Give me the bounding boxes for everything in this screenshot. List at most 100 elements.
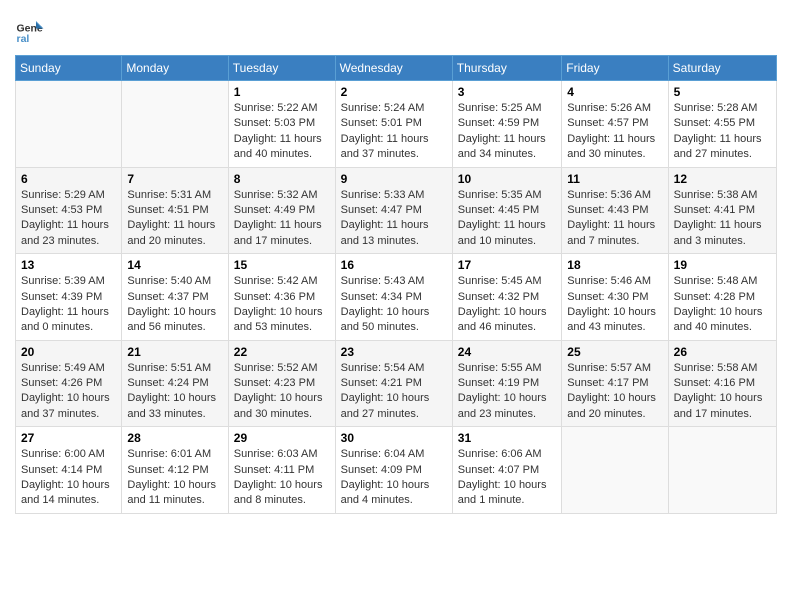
day-info: Sunrise: 5:57 AM Sunset: 4:17 PM Dayligh… (567, 361, 662, 423)
sunrise-text: Sunrise: 5:39 AM (21, 274, 116, 289)
day-info: Sunrise: 5:52 AM Sunset: 4:23 PM Dayligh… (234, 361, 330, 423)
day-number: 3 (458, 85, 556, 99)
logo: Gene ral (15, 15, 50, 45)
sunrise-text: Sunrise: 5:49 AM (21, 361, 116, 376)
day-info: Sunrise: 5:38 AM Sunset: 4:41 PM Dayligh… (674, 188, 771, 250)
day-number: 14 (127, 258, 222, 272)
day-number: 30 (341, 431, 447, 445)
day-info: Sunrise: 5:25 AM Sunset: 4:59 PM Dayligh… (458, 101, 556, 163)
daylight-text: Daylight: 10 hours and 27 minutes. (341, 391, 447, 422)
daylight-text: Daylight: 11 hours and 40 minutes. (234, 132, 330, 163)
daylight-text: Daylight: 10 hours and 17 minutes. (674, 391, 771, 422)
day-info: Sunrise: 5:24 AM Sunset: 5:01 PM Dayligh… (341, 101, 447, 163)
daylight-text: Daylight: 10 hours and 46 minutes. (458, 305, 556, 336)
day-info: Sunrise: 5:36 AM Sunset: 4:43 PM Dayligh… (567, 188, 662, 250)
calendar-week-row: 27 Sunrise: 6:00 AM Sunset: 4:14 PM Dayl… (16, 427, 777, 514)
daylight-text: Daylight: 10 hours and 11 minutes. (127, 478, 222, 509)
day-info: Sunrise: 5:51 AM Sunset: 4:24 PM Dayligh… (127, 361, 222, 423)
calendar-cell: 21 Sunrise: 5:51 AM Sunset: 4:24 PM Dayl… (122, 340, 228, 427)
daylight-text: Daylight: 11 hours and 0 minutes. (21, 305, 116, 336)
day-number: 10 (458, 172, 556, 186)
day-number: 9 (341, 172, 447, 186)
calendar-cell: 3 Sunrise: 5:25 AM Sunset: 4:59 PM Dayli… (452, 81, 561, 168)
day-info: Sunrise: 5:31 AM Sunset: 4:51 PM Dayligh… (127, 188, 222, 250)
sunrise-text: Sunrise: 5:45 AM (458, 274, 556, 289)
calendar-cell: 2 Sunrise: 5:24 AM Sunset: 5:01 PM Dayli… (335, 81, 452, 168)
daylight-text: Daylight: 11 hours and 13 minutes. (341, 218, 447, 249)
sunrise-text: Sunrise: 5:31 AM (127, 188, 222, 203)
daylight-text: Daylight: 11 hours and 27 minutes. (674, 132, 771, 163)
calendar-week-row: 13 Sunrise: 5:39 AM Sunset: 4:39 PM Dayl… (16, 254, 777, 341)
sunset-text: Sunset: 4:49 PM (234, 203, 330, 218)
day-info: Sunrise: 5:35 AM Sunset: 4:45 PM Dayligh… (458, 188, 556, 250)
calendar-cell: 16 Sunrise: 5:43 AM Sunset: 4:34 PM Dayl… (335, 254, 452, 341)
sunrise-text: Sunrise: 5:25 AM (458, 101, 556, 116)
calendar-cell: 13 Sunrise: 5:39 AM Sunset: 4:39 PM Dayl… (16, 254, 122, 341)
sunset-text: Sunset: 4:26 PM (21, 376, 116, 391)
day-number: 1 (234, 85, 330, 99)
day-number: 2 (341, 85, 447, 99)
day-number: 25 (567, 345, 662, 359)
day-info: Sunrise: 5:26 AM Sunset: 4:57 PM Dayligh… (567, 101, 662, 163)
sunrise-text: Sunrise: 5:42 AM (234, 274, 330, 289)
sunset-text: Sunset: 4:17 PM (567, 376, 662, 391)
daylight-text: Daylight: 11 hours and 34 minutes. (458, 132, 556, 163)
calendar-cell: 6 Sunrise: 5:29 AM Sunset: 4:53 PM Dayli… (16, 167, 122, 254)
calendar-cell: 10 Sunrise: 5:35 AM Sunset: 4:45 PM Dayl… (452, 167, 561, 254)
calendar-week-row: 1 Sunrise: 5:22 AM Sunset: 5:03 PM Dayli… (16, 81, 777, 168)
calendar-cell: 27 Sunrise: 6:00 AM Sunset: 4:14 PM Dayl… (16, 427, 122, 514)
day-info: Sunrise: 5:48 AM Sunset: 4:28 PM Dayligh… (674, 274, 771, 336)
sunrise-text: Sunrise: 5:33 AM (341, 188, 447, 203)
sunrise-text: Sunrise: 5:36 AM (567, 188, 662, 203)
daylight-text: Daylight: 11 hours and 17 minutes. (234, 218, 330, 249)
sunset-text: Sunset: 5:03 PM (234, 116, 330, 131)
day-info: Sunrise: 6:01 AM Sunset: 4:12 PM Dayligh… (127, 447, 222, 509)
calendar-cell: 5 Sunrise: 5:28 AM Sunset: 4:55 PM Dayli… (668, 81, 776, 168)
logo-icon: Gene ral (15, 15, 45, 45)
sunset-text: Sunset: 4:19 PM (458, 376, 556, 391)
sunrise-text: Sunrise: 5:43 AM (341, 274, 447, 289)
day-number: 18 (567, 258, 662, 272)
day-number: 8 (234, 172, 330, 186)
sunrise-text: Sunrise: 5:32 AM (234, 188, 330, 203)
calendar-cell: 15 Sunrise: 5:42 AM Sunset: 4:36 PM Dayl… (228, 254, 335, 341)
day-number: 7 (127, 172, 222, 186)
calendar-cell: 14 Sunrise: 5:40 AM Sunset: 4:37 PM Dayl… (122, 254, 228, 341)
calendar-cell: 1 Sunrise: 5:22 AM Sunset: 5:03 PM Dayli… (228, 81, 335, 168)
calendar-cell: 20 Sunrise: 5:49 AM Sunset: 4:26 PM Dayl… (16, 340, 122, 427)
sunset-text: Sunset: 4:59 PM (458, 116, 556, 131)
day-number: 4 (567, 85, 662, 99)
weekday-header: Sunday (16, 56, 122, 81)
calendar-cell: 9 Sunrise: 5:33 AM Sunset: 4:47 PM Dayli… (335, 167, 452, 254)
sunrise-text: Sunrise: 5:38 AM (674, 188, 771, 203)
day-number: 6 (21, 172, 116, 186)
sunset-text: Sunset: 5:01 PM (341, 116, 447, 131)
weekday-header: Thursday (452, 56, 561, 81)
day-number: 16 (341, 258, 447, 272)
sunrise-text: Sunrise: 5:57 AM (567, 361, 662, 376)
day-info: Sunrise: 6:06 AM Sunset: 4:07 PM Dayligh… (458, 447, 556, 509)
sunset-text: Sunset: 4:57 PM (567, 116, 662, 131)
sunrise-text: Sunrise: 6:01 AM (127, 447, 222, 462)
sunset-text: Sunset: 4:32 PM (458, 290, 556, 305)
daylight-text: Daylight: 10 hours and 4 minutes. (341, 478, 447, 509)
sunrise-text: Sunrise: 5:24 AM (341, 101, 447, 116)
day-number: 13 (21, 258, 116, 272)
sunrise-text: Sunrise: 5:35 AM (458, 188, 556, 203)
daylight-text: Daylight: 10 hours and 56 minutes. (127, 305, 222, 336)
sunset-text: Sunset: 4:14 PM (21, 463, 116, 478)
day-info: Sunrise: 5:22 AM Sunset: 5:03 PM Dayligh… (234, 101, 330, 163)
day-info: Sunrise: 5:55 AM Sunset: 4:19 PM Dayligh… (458, 361, 556, 423)
day-info: Sunrise: 5:39 AM Sunset: 4:39 PM Dayligh… (21, 274, 116, 336)
sunrise-text: Sunrise: 5:22 AM (234, 101, 330, 116)
calendar-cell: 8 Sunrise: 5:32 AM Sunset: 4:49 PM Dayli… (228, 167, 335, 254)
calendar-cell: 18 Sunrise: 5:46 AM Sunset: 4:30 PM Dayl… (562, 254, 668, 341)
calendar-week-row: 6 Sunrise: 5:29 AM Sunset: 4:53 PM Dayli… (16, 167, 777, 254)
sunset-text: Sunset: 4:30 PM (567, 290, 662, 305)
calendar-cell (562, 427, 668, 514)
sunrise-text: Sunrise: 5:51 AM (127, 361, 222, 376)
day-info: Sunrise: 5:45 AM Sunset: 4:32 PM Dayligh… (458, 274, 556, 336)
calendar-cell: 7 Sunrise: 5:31 AM Sunset: 4:51 PM Dayli… (122, 167, 228, 254)
daylight-text: Daylight: 11 hours and 30 minutes. (567, 132, 662, 163)
day-info: Sunrise: 5:29 AM Sunset: 4:53 PM Dayligh… (21, 188, 116, 250)
